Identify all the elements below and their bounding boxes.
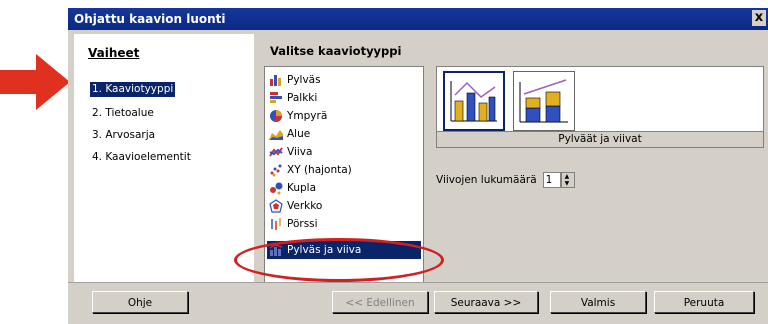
steps-panel: Vaiheet 1. Kaaviotyyppi 2. Tietoalue 3. … xyxy=(74,34,254,282)
close-icon[interactable]: x xyxy=(752,10,766,26)
finish-button[interactable]: Valmis xyxy=(550,291,646,313)
step-chart-type[interactable]: 1. Kaaviotyyppi xyxy=(90,82,176,97)
variant-columns-and-lines[interactable] xyxy=(443,71,505,131)
bubble-icon xyxy=(269,181,283,195)
lines-count-spinner[interactable]: ▲ ▼ xyxy=(560,172,575,188)
title-bar: Ohjattu kaavion luonti x xyxy=(68,8,768,30)
chart-type-label: Kupla xyxy=(287,182,317,194)
chart-type-label: Pörssi xyxy=(287,218,318,230)
step-data-series[interactable]: 3. Arvosarja xyxy=(90,128,157,143)
back-button[interactable]: << Edellinen xyxy=(332,291,428,313)
chart-type-item[interactable]: Pörssi xyxy=(269,215,419,233)
chart-type-label: Ympyrä xyxy=(287,110,328,122)
red-arrow-annotation xyxy=(0,54,70,110)
spin-down-icon[interactable]: ▼ xyxy=(565,181,570,187)
chart-type-label: Pylväs xyxy=(287,74,321,86)
bar-chart-icon xyxy=(269,73,283,87)
chart-variant-panel: Pylväät ja viivat xyxy=(436,66,764,148)
chart-type-item[interactable]: Kupla xyxy=(269,179,419,197)
scatter-icon xyxy=(269,163,283,177)
chart-type-label: Verkko xyxy=(287,200,323,212)
chart-type-heading: Valitse kaaviotyyppi xyxy=(270,44,402,58)
next-button[interactable]: Seuraava >> xyxy=(434,291,538,313)
chart-type-item[interactable]: Ympyrä xyxy=(269,107,419,125)
chart-type-label: Palkki xyxy=(287,92,318,104)
red-ellipse-annotation xyxy=(234,238,444,282)
step-data-range[interactable]: 2. Tietoalue xyxy=(90,106,156,121)
line-chart-icon xyxy=(269,145,283,159)
variant-label: Pylväät ja viivat xyxy=(437,131,763,147)
chart-type-item[interactable]: Viiva xyxy=(269,143,419,161)
button-bar: Ohje << Edellinen Seuraava >> Valmis Per… xyxy=(68,282,768,324)
chart-type-item[interactable]: Palkki xyxy=(269,89,419,107)
net-chart-icon xyxy=(269,199,283,213)
chart-wizard-dialog: Vaiheet 1. Kaaviotyyppi 2. Tietoalue 3. … xyxy=(68,30,768,324)
chart-type-item[interactable]: Alue xyxy=(269,125,419,143)
chart-type-label: Viiva xyxy=(287,146,313,158)
variant-stacked-columns-and-lines[interactable] xyxy=(513,71,575,131)
lines-count-input[interactable] xyxy=(542,172,561,188)
chart-type-label: XY (hajonta) xyxy=(287,164,352,176)
chart-type-item[interactable]: Verkko xyxy=(269,197,419,215)
chart-type-label: Alue xyxy=(287,128,311,140)
lines-count-row: Viivojen lukumäärä ▲ ▼ xyxy=(436,172,575,188)
area-chart-icon xyxy=(269,127,283,141)
chart-type-item[interactable]: XY (hajonta) xyxy=(269,161,419,179)
steps-heading: Vaiheet xyxy=(88,46,140,60)
window-title: Ohjattu kaavion luonti xyxy=(74,12,226,26)
step-chart-elements[interactable]: 4. Kaavioelementit xyxy=(90,150,193,165)
chart-type-item[interactable]: Pylväs xyxy=(269,71,419,89)
cancel-button[interactable]: Peruuta xyxy=(654,291,754,313)
pie-chart-icon xyxy=(269,109,283,123)
lines-count-label: Viivojen lukumäärä xyxy=(436,174,537,186)
stock-chart-icon xyxy=(269,217,283,231)
help-button[interactable]: Ohje xyxy=(92,291,188,313)
horizontal-bar-icon xyxy=(269,91,283,105)
